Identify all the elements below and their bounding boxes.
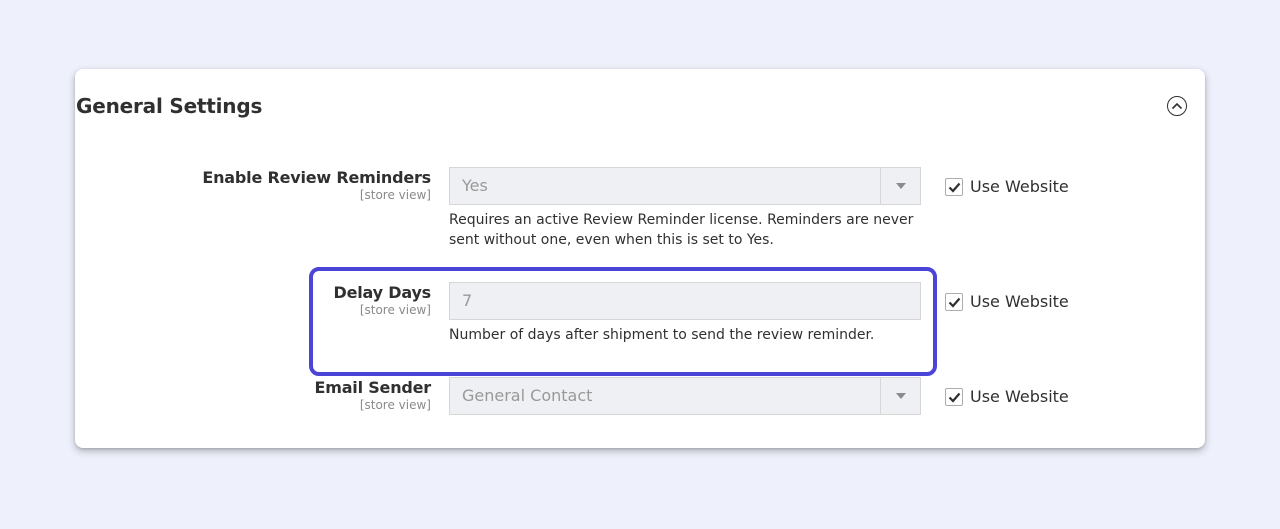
general-settings-panel: General Settings Enable Review Reminders…: [75, 69, 1205, 448]
field-label-group: Enable Review Reminders [store view]: [202, 168, 431, 202]
use-website-email-sender[interactable]: Use Website: [945, 387, 1069, 407]
chevron-up-icon: [1171, 102, 1183, 110]
field-label-group: Delay Days [store view]: [333, 283, 432, 317]
enable-review-reminders-note: Requires an active Review Reminder licen…: [449, 212, 914, 248]
scope-label: [store view]: [359, 303, 431, 317]
select-value: General Contact: [462, 386, 593, 405]
select-arrow[interactable]: [880, 378, 920, 414]
email-sender-select[interactable]: General Contact: [449, 377, 921, 415]
delay-days-label: Delay Days: [333, 283, 432, 302]
email-sender-label: Email Sender: [314, 378, 432, 397]
use-website-label: Use Website: [970, 177, 1069, 196]
enable-review-reminders-label: Enable Review Reminders: [202, 168, 431, 187]
delay-days-note: Number of days after shipment to send th…: [449, 327, 875, 343]
caret-down-icon: [895, 393, 906, 399]
use-website-checkbox[interactable]: [945, 178, 963, 196]
enable-review-reminders-select[interactable]: Yes: [449, 167, 921, 205]
caret-down-icon: [895, 183, 906, 189]
delay-days-input[interactable]: 7: [449, 282, 921, 320]
use-website-label: Use Website: [970, 292, 1069, 311]
collapse-button[interactable]: [1167, 96, 1187, 116]
checkmark-icon: [948, 182, 960, 193]
use-website-checkbox[interactable]: [945, 388, 963, 406]
section-title: General Settings: [76, 94, 263, 118]
scope-label: [store view]: [359, 188, 431, 202]
use-website-delay-days[interactable]: Use Website: [945, 292, 1069, 312]
input-value: 7: [462, 291, 473, 310]
checkmark-icon: [948, 297, 960, 308]
field-label-group: Email Sender [store view]: [315, 378, 432, 412]
use-website-enable-review-reminders[interactable]: Use Website: [945, 177, 1069, 197]
use-website-label: Use Website: [970, 387, 1069, 406]
select-arrow[interactable]: [880, 168, 920, 204]
use-website-checkbox[interactable]: [945, 293, 963, 311]
scope-label: [store view]: [359, 398, 431, 412]
select-value: Yes: [462, 176, 488, 195]
checkmark-icon: [948, 392, 960, 403]
